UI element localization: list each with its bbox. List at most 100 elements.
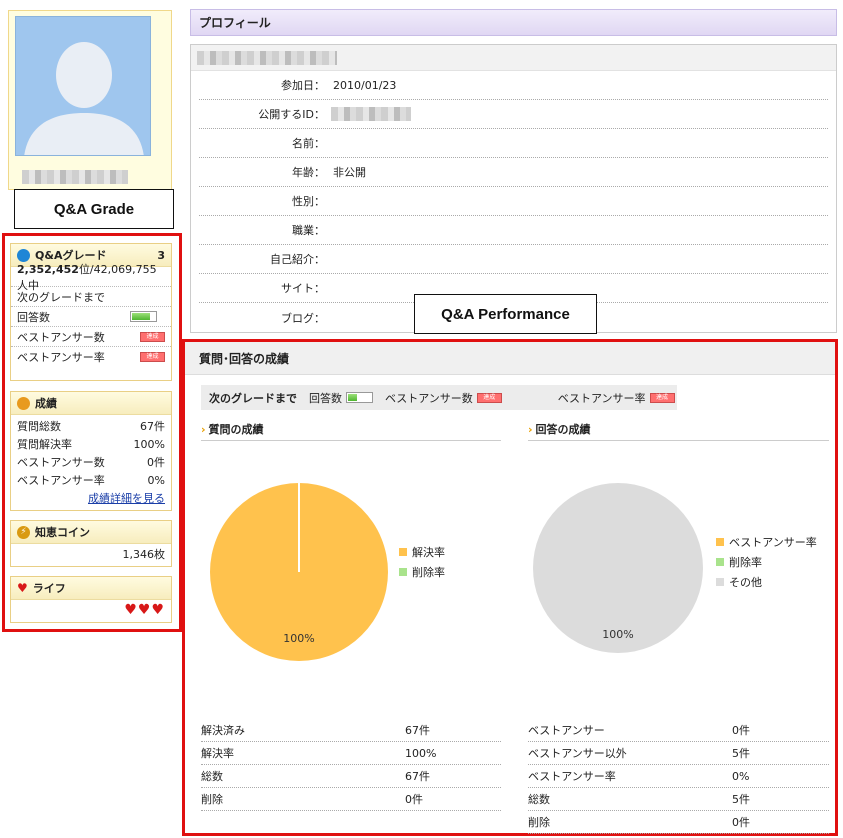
legend-label: 削除率 bbox=[412, 566, 445, 579]
questions-section-title: 質問の成績 bbox=[201, 421, 501, 441]
answers-pie-label: 100% bbox=[602, 628, 633, 641]
callout-qa-performance: Q&A Performance bbox=[414, 294, 597, 334]
table-row: ベストアンサー率 0% bbox=[528, 765, 829, 788]
profile-field-label: 職業： bbox=[292, 224, 325, 237]
coins-header: ⚡ 知恵コイン bbox=[11, 521, 171, 544]
profile-field: 名前： bbox=[199, 129, 828, 158]
results-box: 成績 質問総数 67件 質問解決率 100% ベストアンサー数 0件 ベストアンサー率… bbox=[10, 391, 172, 511]
profile-field-value: 2010/01/23 bbox=[333, 78, 397, 92]
stat-value: 5件 bbox=[732, 793, 750, 806]
results-row: 質問総数 67件 bbox=[11, 417, 171, 435]
profile-field-label: サイト： bbox=[281, 282, 325, 295]
life-header: ♥ ライフ bbox=[11, 577, 171, 600]
stat-value: 0% bbox=[732, 769, 750, 783]
results-row-label: ベストアンサー数 bbox=[17, 456, 105, 469]
results-row: 質問解決率 100% bbox=[11, 435, 171, 453]
stat-label: 総数 bbox=[528, 793, 550, 806]
answers-legend: ベストアンサー率 削除率 その他 bbox=[716, 532, 817, 592]
avatar[interactable] bbox=[15, 16, 151, 156]
next-grade-answers-label: 回答数 bbox=[309, 391, 342, 405]
coins-value: 1,346枚 bbox=[122, 548, 166, 561]
answer-progress-bar bbox=[130, 311, 157, 322]
grade-row-label: ベストアンサー率 bbox=[17, 351, 105, 364]
stat-label: ベストアンサー以外 bbox=[528, 747, 627, 760]
coins-title: 知恵コイン bbox=[35, 526, 90, 539]
profile-header: プロフィール bbox=[190, 9, 837, 36]
grade-row-label: 回答数 bbox=[17, 310, 50, 324]
grade-rank-row: 2,352,452位/42,069,755人中 bbox=[11, 263, 171, 292]
results-row-label: 質問解決率 bbox=[17, 438, 72, 451]
legend-item: その他 bbox=[716, 572, 817, 592]
life-row: ♥♥♥ bbox=[11, 600, 171, 620]
coins-box: ⚡ 知恵コイン 1,346枚 bbox=[10, 520, 172, 567]
profile-panel: 参加日： 2010/01/23 公開するID： 名前： 年齢： 非公開 性別： 職業… bbox=[190, 44, 837, 333]
table-row: 総数 5件 bbox=[528, 788, 829, 811]
profile-name-redacted bbox=[197, 51, 337, 65]
legend-swatch bbox=[399, 548, 407, 556]
legend-label: 削除率 bbox=[729, 556, 762, 569]
username-redacted bbox=[22, 170, 128, 184]
life-title: ライフ bbox=[32, 582, 66, 595]
table-row: 削除 0件 bbox=[201, 788, 501, 811]
qa-grade-box: Q&Aグレード 3 2,352,452位/42,069,755人中 次のグレード… bbox=[10, 243, 172, 381]
questions-pie-chart: 100% bbox=[210, 483, 388, 661]
results-header: 成績 bbox=[11, 392, 171, 415]
callout-qa-grade-text: Q&A Grade bbox=[53, 200, 135, 218]
stat-label: 削除 bbox=[528, 816, 550, 829]
answers-stats-table: ベストアンサー 0件 ベストアンサー以外 5件 ベストアンサー率 0% 総数 5件 削除… bbox=[528, 719, 829, 834]
table-row: 解決率 100% bbox=[201, 742, 501, 765]
profile-field-label: 参加日： bbox=[281, 79, 325, 92]
questions-legend: 解決率 削除率 bbox=[399, 542, 445, 582]
results-title: 成績 bbox=[35, 397, 57, 410]
stat-value: 100% bbox=[405, 746, 437, 760]
next-grade-best-rate-label: ベストアンサー率 bbox=[557, 391, 646, 405]
profile-field-label: 年齢： bbox=[292, 166, 325, 179]
results-row: ベストアンサー率 0% bbox=[11, 471, 171, 489]
stat-label: 解決率 bbox=[201, 747, 234, 760]
results-row-value: 0% bbox=[147, 473, 165, 487]
grade-rank: 2,352,452 bbox=[17, 262, 79, 276]
profile-field-label: 性別： bbox=[292, 195, 325, 208]
achieved-badge: 達成 bbox=[140, 331, 165, 342]
results-row-value: 67件 bbox=[140, 420, 165, 433]
next-grade-label: 次のグレードまで bbox=[17, 290, 105, 304]
grade-row-answers: 回答数 bbox=[11, 307, 171, 327]
results-row-label: ベストアンサー率 bbox=[17, 474, 105, 487]
profile-title: プロフィール bbox=[199, 16, 271, 30]
callout-qa-grade: Q&A Grade bbox=[14, 189, 174, 229]
profile-field: 性別： bbox=[199, 187, 828, 216]
achieved-badge: 達成 bbox=[140, 352, 165, 362]
legend-item: 削除率 bbox=[399, 562, 445, 582]
legend-swatch bbox=[716, 578, 724, 586]
stat-value: 5件 bbox=[732, 747, 750, 760]
achieved-badge: 達成 bbox=[649, 392, 675, 403]
next-grade-best-count-label: ベストアンサー数 bbox=[385, 391, 473, 405]
results-row-value: 100% bbox=[133, 437, 165, 451]
results-detail-link[interactable]: 成績詳細を見る bbox=[88, 490, 165, 506]
coins-row: 1,346枚 bbox=[11, 544, 171, 564]
questions-pie-label: 100% bbox=[283, 632, 314, 645]
default-user-icon bbox=[24, 42, 144, 155]
stat-value: 67件 bbox=[405, 770, 430, 783]
legend-item: 解決率 bbox=[399, 542, 445, 562]
stat-label: 解決済み bbox=[201, 724, 245, 737]
achieved-badge: 達成 bbox=[476, 392, 502, 403]
public-id-redacted bbox=[331, 107, 411, 121]
legend-label: その他 bbox=[729, 576, 762, 589]
profile-field-value: 非公開 bbox=[333, 166, 366, 179]
profile-field: 年齢： 非公開 bbox=[199, 158, 828, 187]
life-hearts: ♥♥♥ bbox=[124, 602, 165, 618]
table-row: 総数 67件 bbox=[201, 765, 501, 788]
stat-value: 0件 bbox=[732, 724, 750, 737]
legend-label: 解決率 bbox=[412, 546, 445, 559]
stat-value: 0件 bbox=[405, 793, 423, 806]
grade-row-best-count: ベストアンサー数 達成 bbox=[11, 327, 171, 347]
legend-label: ベストアンサー率 bbox=[729, 536, 817, 549]
legend-item: 削除率 bbox=[716, 552, 817, 572]
legend-swatch bbox=[399, 568, 407, 576]
performance-header: 質問･回答の成績 bbox=[185, 342, 835, 375]
table-row: 解決済み 67件 bbox=[201, 719, 501, 742]
stat-value: 67件 bbox=[405, 724, 430, 737]
results-row: ベストアンサー数 0件 bbox=[11, 453, 171, 471]
next-grade-bar: 次のグレードまで 回答数 ベストアンサー数 達成 ベストアンサー率 達成 bbox=[201, 385, 677, 410]
